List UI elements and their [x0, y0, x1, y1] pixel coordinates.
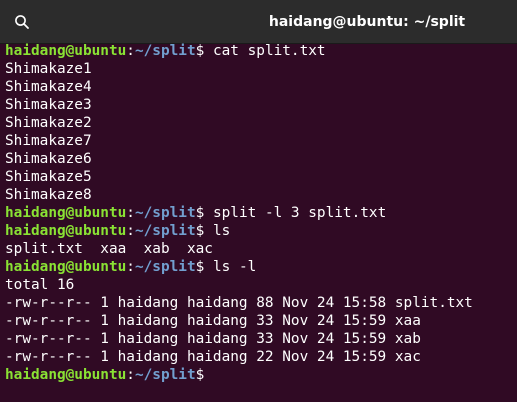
output-line: -rw-r--r-- 1 haidang haidang 88 Nov 24 1… [5, 294, 515, 312]
output-text: Shimakaze6 [5, 151, 92, 167]
command-text: ls [204, 223, 231, 239]
output-text: Shimakaze1 [5, 61, 92, 77]
prompt-dollar: $ [195, 367, 205, 383]
prompt-dollar: $ [195, 259, 205, 275]
prompt-path: ~/split [134, 205, 196, 221]
output-line: total 16 [5, 276, 515, 294]
command-text: ls -l [204, 259, 257, 275]
output-line: split.txt xaa xab xac [5, 240, 515, 258]
command-text: split -l 3 split.txt [204, 205, 387, 221]
output-line: Shimakaze3 [5, 96, 515, 114]
prompt-separator: : [126, 367, 135, 383]
output-line: -rw-r--r-- 1 haidang haidang 33 Nov 24 1… [5, 330, 515, 348]
title-bar: haidang@ubuntu: ~/split [0, 0, 517, 44]
prompt-line: haidang@ubuntu:~/split$ ls -l [5, 258, 515, 276]
prompt-dollar: $ [195, 43, 205, 59]
prompt-dollar: $ [195, 223, 205, 239]
prompt-user: haidang@ubuntu [5, 259, 127, 275]
output-text: -rw-r--r-- 1 haidang haidang 33 Nov 24 1… [5, 331, 421, 347]
output-text: Shimakaze5 [5, 169, 92, 185]
prompt-line: haidang@ubuntu:~/split$ cat split.txt [5, 42, 515, 60]
terminal-output[interactable]: haidang@ubuntu:~/split$ cat split.txt Shi… [5, 42, 515, 400]
prompt-user: haidang@ubuntu [5, 223, 127, 239]
output-line: Shimakaze4 [5, 78, 515, 96]
prompt-path: ~/split [134, 259, 196, 275]
output-line: Shimakaze7 [5, 132, 515, 150]
prompt-line: haidang@ubuntu:~/split$ [5, 366, 515, 384]
prompt-separator: : [126, 259, 135, 275]
prompt-line: haidang@ubuntu:~/split$ ls [5, 222, 515, 240]
output-text: -rw-r--r-- 1 haidang haidang 33 Nov 24 1… [5, 313, 421, 329]
prompt-line: haidang@ubuntu:~/split$ split -l 3 split… [5, 204, 515, 222]
prompt-user: haidang@ubuntu [5, 367, 127, 383]
prompt-path: ~/split [134, 367, 196, 383]
output-text: Shimakaze8 [5, 187, 92, 203]
output-text: Shimakaze7 [5, 133, 92, 149]
prompt-separator: : [126, 223, 135, 239]
output-text: split.txt xaa xab xac [5, 241, 213, 257]
prompt-dollar: $ [195, 205, 205, 221]
output-line: -rw-r--r-- 1 haidang haidang 22 Nov 24 1… [5, 348, 515, 366]
output-text: -rw-r--r-- 1 haidang haidang 22 Nov 24 1… [5, 349, 421, 365]
output-line: -rw-r--r-- 1 haidang haidang 33 Nov 24 1… [5, 312, 515, 330]
search-button[interactable] [0, 0, 44, 44]
terminal-window: haidang@ubuntu: ~/split haidang@ubuntu:~… [0, 0, 517, 402]
output-line: Shimakaze6 [5, 150, 515, 168]
search-icon [15, 15, 29, 29]
prompt-separator: : [126, 205, 135, 221]
prompt-path: ~/split [134, 223, 196, 239]
command-text: cat split.txt [204, 43, 326, 59]
window-title: haidang@ubuntu: ~/split [268, 14, 466, 30]
output-text: Shimakaze3 [5, 97, 92, 113]
output-text: Shimakaze4 [5, 79, 92, 95]
output-text: total 16 [5, 277, 75, 293]
output-line: Shimakaze1 [5, 60, 515, 78]
output-line: Shimakaze5 [5, 168, 515, 186]
output-text: Shimakaze2 [5, 115, 92, 131]
prompt-user: haidang@ubuntu [5, 43, 127, 59]
prompt-user: haidang@ubuntu [5, 205, 127, 221]
output-line: Shimakaze2 [5, 114, 515, 132]
output-text: -rw-r--r-- 1 haidang haidang 88 Nov 24 1… [5, 295, 473, 311]
prompt-separator: : [126, 43, 135, 59]
prompt-path: ~/split [134, 43, 196, 59]
output-line: Shimakaze8 [5, 186, 515, 204]
